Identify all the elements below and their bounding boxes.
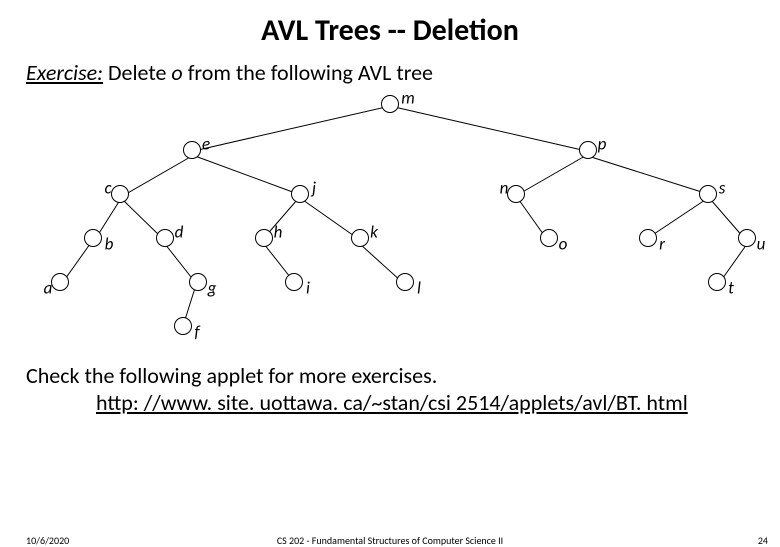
node-n [507,185,525,203]
node-label-s: s [719,178,726,199]
node-label-e: e [202,134,210,155]
check-text: Check the following applet for more exer… [0,362,780,389]
node-label-p: p [598,134,607,155]
page-title: AVL Trees -- Deletion [0,0,780,49]
node-m [381,95,399,113]
footer-page-number: 24 [758,534,768,547]
node-label-l: l [417,278,421,299]
exercise-pre: Delete [103,59,171,86]
node-label-m: m [401,88,414,109]
node-label-a: a [44,278,53,299]
node-f [174,317,192,335]
node-d [156,229,174,247]
node-label-i: i [306,278,310,299]
node-r [639,229,657,247]
node-label-n: n [500,178,509,199]
tree-edges [0,86,780,356]
footer-course: CS 202 - Fundamental Structures of Compu… [0,534,780,547]
avl-tree-diagram: m e p c j n s b d h k o r u a g i l t f [0,86,780,356]
node-h [255,229,273,247]
node-label-t: t [728,278,734,299]
node-label-f: f [194,322,199,343]
node-e [183,141,201,159]
node-g [189,273,207,291]
node-c [111,185,129,203]
exercise-label: Exercise: [26,59,103,86]
node-label-d: d [175,222,184,243]
node-label-b: b [105,234,114,255]
node-j [291,185,309,203]
node-label-h: h [274,222,283,243]
exercise-line: Exercise: Delete o from the following AV… [0,49,780,86]
node-l [396,273,414,291]
node-p [579,141,597,159]
exercise-post: from the following AVL tree [183,59,433,86]
node-t [708,273,726,291]
node-label-o: o [559,234,568,255]
node-label-g: g [208,278,217,299]
node-b [84,229,102,247]
node-label-j: j [312,178,316,199]
exercise-target: o [171,59,182,86]
node-label-r: r [659,234,665,255]
node-label-k: k [370,222,378,243]
applet-link[interactable]: http: //www. site. uottawa. ca/~stan/csi… [0,389,780,416]
node-i [285,273,303,291]
node-u [738,229,756,247]
node-label-u: u [757,234,766,255]
node-o [540,229,558,247]
node-a [51,273,69,291]
node-s [699,185,717,203]
node-label-c: c [104,178,111,199]
node-k [351,229,369,247]
